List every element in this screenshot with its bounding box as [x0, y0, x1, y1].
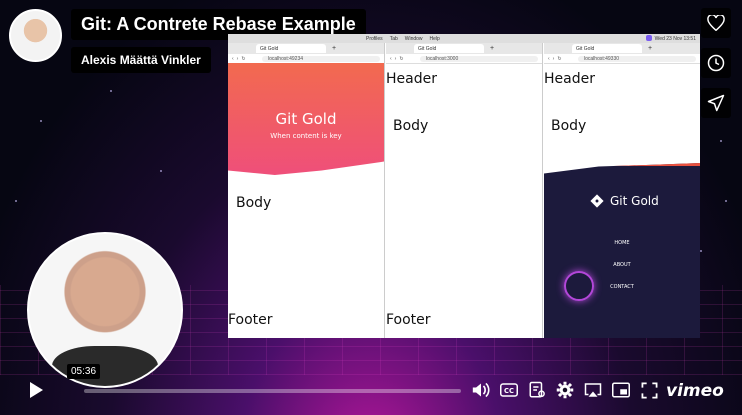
menu-item: Window	[404, 36, 423, 42]
menu-item: Profiles	[366, 36, 383, 42]
cursor-highlight	[564, 271, 594, 301]
watch-later-button[interactable]	[701, 48, 731, 78]
address-bar: ‹›↻ localhost:3000	[386, 54, 542, 64]
clock-icon	[707, 54, 725, 72]
browser-window-2: Git Gold + ‹›↻ localhost:3000 Header Bod…	[386, 43, 543, 338]
browser-window-3: Git Gold + ‹›↻ localhost:49330 Header Bo…	[544, 43, 700, 338]
transcript-icon	[529, 381, 545, 398]
body-label: Body	[551, 118, 587, 134]
captions-button[interactable]: CC	[499, 380, 519, 400]
time-tooltip: 05:36	[67, 364, 101, 379]
git-logo-icon	[590, 194, 604, 208]
footer-label: Footer	[386, 312, 431, 328]
menu-item: Tab	[389, 36, 398, 42]
footer-label: Footer	[228, 312, 273, 328]
transcript-button[interactable]	[527, 380, 547, 400]
like-button[interactable]	[701, 8, 731, 38]
new-tab-icon: +	[490, 45, 495, 52]
fullscreen-icon	[641, 382, 657, 398]
body-label: Body	[393, 118, 429, 134]
browser-tab: Git Gold	[572, 44, 642, 53]
browser-window-1: Git Gold + ‹›↻ localhost:49234 Git Gold …	[228, 43, 385, 338]
url-field: localhost:49330	[578, 55, 696, 62]
author-name[interactable]: Alexis Määttä Vinkler	[71, 47, 211, 73]
menubar-clock: Wed 23 Nov 13:51	[654, 36, 696, 42]
pip-button[interactable]	[611, 380, 631, 400]
new-tab-icon: +	[648, 45, 653, 52]
header-label: Header	[544, 71, 595, 87]
airplay-button[interactable]	[583, 380, 603, 400]
fullscreen-button[interactable]	[639, 380, 659, 400]
footer-nav-home: HOME	[614, 240, 630, 246]
settings-button[interactable]	[555, 380, 575, 400]
body-label: Body	[236, 195, 272, 211]
footer-brand: Git Gold	[590, 194, 659, 208]
address-bar: ‹›↻ localhost:49330	[544, 54, 700, 64]
svg-text:CC: CC	[504, 387, 514, 395]
tab-bar: Git Gold +	[544, 43, 700, 54]
volume-button[interactable]	[471, 380, 491, 400]
browser-tab: Git Gold	[256, 44, 326, 53]
menubar-icons	[646, 35, 652, 41]
hero-subtitle: When content is key	[270, 132, 342, 140]
new-tab-icon: +	[332, 45, 337, 52]
menu-item: Help	[429, 36, 440, 42]
dark-footer	[544, 163, 700, 338]
header-label: Header	[386, 71, 437, 87]
nav-arrows-icon: ‹›↻	[390, 55, 407, 62]
author-avatar[interactable]	[9, 9, 62, 62]
url-field: localhost:49234	[262, 55, 380, 62]
footer-nav-about: ABOUT	[613, 262, 631, 268]
mac-menubar: Profiles Tab Window Help Wed 23 Nov 13:5…	[228, 34, 700, 43]
tab-bar: Git Gold +	[228, 43, 384, 54]
pip-icon	[612, 382, 630, 398]
share-button[interactable]	[701, 88, 731, 118]
play-icon	[30, 382, 43, 398]
hero-title: Git Gold	[275, 110, 337, 128]
volume-icon	[472, 382, 490, 398]
airplay-icon	[584, 383, 602, 397]
vimeo-logo[interactable]: vimeo	[666, 381, 724, 401]
cc-icon: CC	[500, 383, 518, 397]
address-bar: ‹›↻ localhost:49234	[228, 54, 384, 64]
screen-recording: Profiles Tab Window Help Wed 23 Nov 13:5…	[228, 34, 700, 338]
browser-tab: Git Gold	[414, 44, 484, 53]
nav-arrows-icon: ‹›↻	[232, 55, 249, 62]
presenter-webcam	[27, 232, 183, 388]
nav-arrows-icon: ‹›↻	[548, 55, 565, 62]
progress-bar[interactable]	[84, 389, 461, 393]
send-icon	[707, 94, 725, 112]
heart-icon	[707, 15, 725, 31]
url-field: localhost:3000	[420, 55, 538, 62]
play-button[interactable]	[25, 380, 49, 402]
settings-icon	[556, 381, 574, 399]
tab-bar: Git Gold +	[386, 43, 542, 54]
